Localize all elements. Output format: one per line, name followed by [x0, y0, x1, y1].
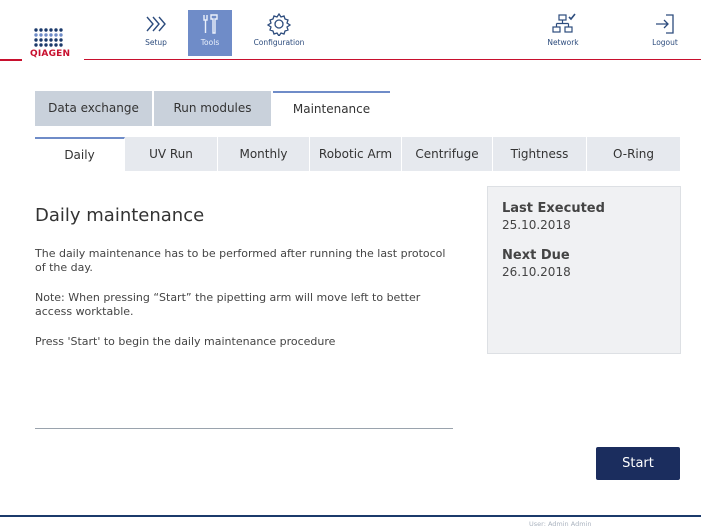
- network-icon: [552, 13, 576, 33]
- nav-configuration-label: Configuration: [253, 38, 305, 47]
- nav-tools-button[interactable]: Tools: [188, 10, 232, 56]
- instruction-text: Press 'Start' to begin the daily mainten…: [35, 335, 336, 348]
- start-button[interactable]: Start: [596, 447, 680, 480]
- tools-icon: [203, 14, 218, 34]
- nav-tools-label: Tools: [200, 38, 220, 47]
- nav-setup-label: Setup: [145, 38, 167, 47]
- header-accent-line: [84, 59, 701, 60]
- subtab-daily[interactable]: Daily: [35, 137, 125, 171]
- last-executed-label: Last Executed: [502, 201, 605, 216]
- subtab-monthly[interactable]: Monthly: [218, 137, 310, 171]
- note-text: Note: When pressing “Start” the pipettin…: [35, 291, 421, 318]
- subtab-robotic-arm[interactable]: Robotic Arm: [310, 137, 402, 171]
- tab-data-exchange[interactable]: Data exchange: [35, 91, 152, 126]
- subtab-centrifuge[interactable]: Centrifuge: [402, 137, 493, 171]
- qiagen-logo: QIAGEN: [24, 24, 72, 62]
- nav-network-button[interactable]: Network: [538, 10, 588, 56]
- logo-dots-icon: [34, 28, 63, 47]
- nav-setup-button[interactable]: Setup: [136, 10, 176, 56]
- subtab-tightness[interactable]: Tightness: [493, 137, 587, 171]
- content-divider: [35, 428, 453, 429]
- maintenance-status-panel: Last Executed 25.10.2018 Next Due 26.10.…: [487, 186, 681, 354]
- nav-logout-button[interactable]: Logout: [642, 10, 688, 56]
- header-accent-line: [0, 59, 22, 61]
- subtab-o-ring[interactable]: O-Ring: [587, 137, 681, 171]
- tab-run-modules[interactable]: Run modules: [154, 91, 271, 126]
- maintenance-sub-tab-bar: Daily UV Run Monthly Robotic Arm Centrif…: [35, 137, 681, 171]
- footer-divider: [0, 515, 701, 517]
- nav-logout-label: Logout: [652, 38, 678, 47]
- subtab-uv-run[interactable]: UV Run: [125, 137, 218, 171]
- next-due-value: 26.10.2018: [502, 265, 571, 279]
- app-header: QIAGEN Setup Tools Configuration Network…: [0, 0, 701, 68]
- logo-text: QIAGEN: [30, 49, 71, 59]
- tab-maintenance[interactable]: Maintenance: [273, 91, 390, 127]
- description-text: The daily maintenance has to be performe…: [35, 247, 446, 274]
- gear-icon: [266, 12, 292, 36]
- logout-icon: [656, 14, 674, 34]
- page-title: Daily maintenance: [35, 205, 205, 226]
- last-executed-value: 25.10.2018: [502, 218, 571, 232]
- nav-network-label: Network: [547, 38, 579, 47]
- chevrons-right-icon: [146, 16, 166, 32]
- next-due-label: Next Due: [502, 248, 570, 263]
- logged-in-user: User: Admin Admin: [529, 520, 592, 528]
- nav-configuration-button[interactable]: Configuration: [244, 10, 314, 56]
